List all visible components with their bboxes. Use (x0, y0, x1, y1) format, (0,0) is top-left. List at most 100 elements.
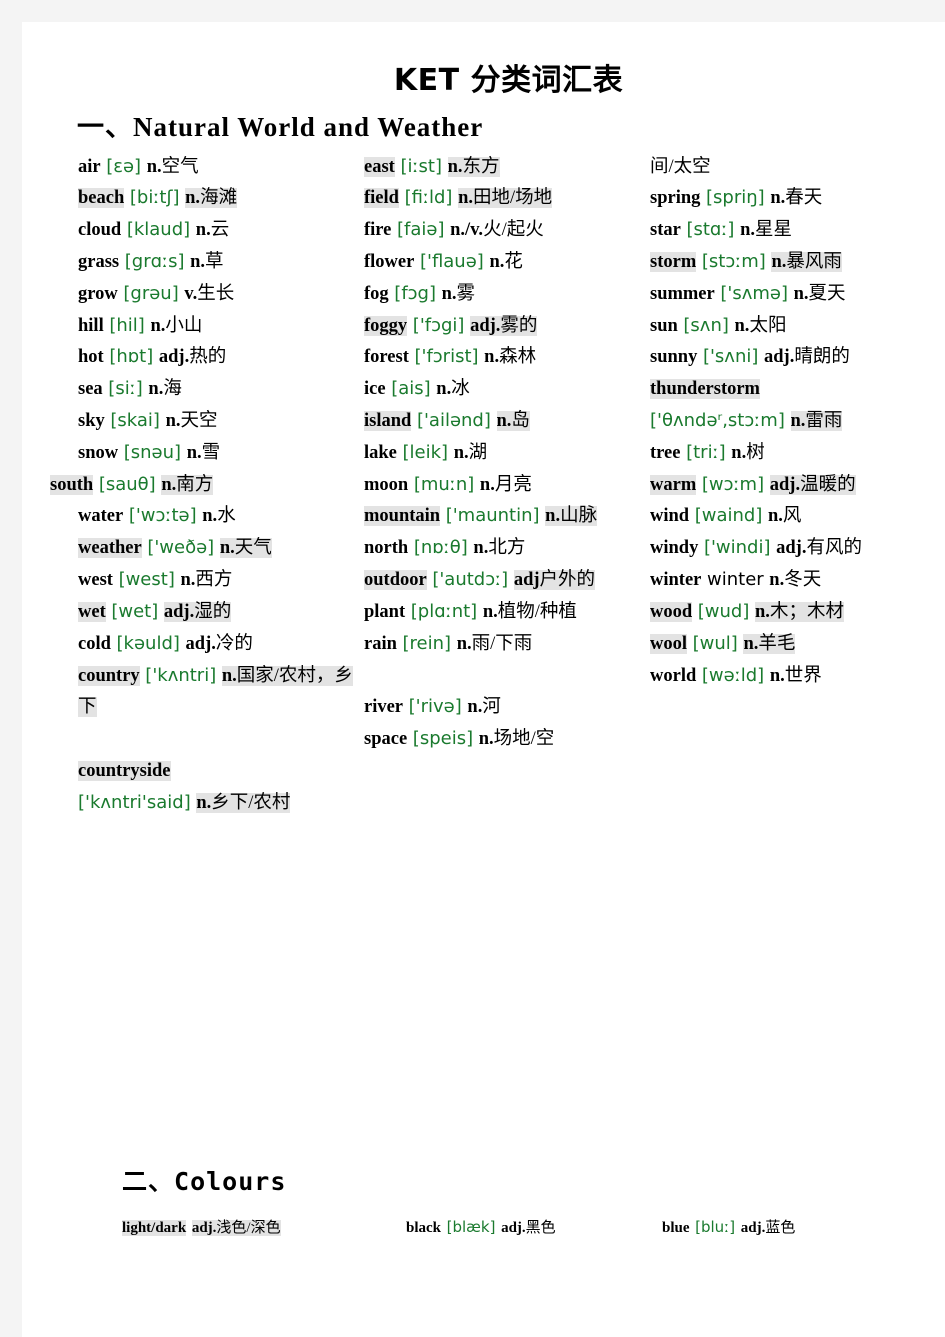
entry-word: thunderstorm (650, 379, 760, 400)
vocabulary-entry: hill [hil] n.小山 (78, 311, 363, 343)
entry-word: island (364, 411, 412, 431)
entry-phonetic: ['fɔrist] (414, 346, 479, 368)
entry-gloss: n.月亮 (479, 474, 532, 495)
entry-gloss: n.暴风雨 (771, 251, 842, 272)
vocabulary-entry: hot [hɒt] adj.热的 (78, 342, 363, 374)
entry-word: grass (78, 251, 120, 272)
entry-phonetic: ['weðə] (147, 537, 215, 559)
entry-word: east (364, 156, 395, 177)
entry-phonetic: [biːtʃ] (129, 187, 180, 209)
section-name: Colours (174, 1166, 287, 1196)
entry-phonetic: [snəu] (123, 441, 182, 463)
entry-gloss: n.河 (467, 697, 501, 718)
vocabulary-entry: spring [spriŋ] n.春天 (650, 183, 940, 215)
entry-phonetic: [grɑːs] (124, 250, 185, 272)
vocabulary-entry: grow [grəu] v.生长 (78, 279, 363, 311)
vocabulary-entry: water ['wɔːtə] n.水 (78, 501, 363, 533)
entry-word: summer (650, 283, 715, 304)
entry-phonetic: ['sʌni] (702, 346, 759, 368)
vocabulary-entry: south [sauθ] n.南方 (50, 470, 363, 502)
entry-spacer (364, 661, 639, 693)
entry-phonetic: [siː] (108, 378, 143, 400)
entry-gloss: n.水 (202, 506, 236, 527)
entry-gloss: n.花 (489, 251, 523, 272)
vocabulary-entry: sun [sʌn] n.太阳 (650, 311, 940, 343)
entry-word: space (364, 729, 408, 750)
vocabulary-entry: snow [snəu] n.雪 (78, 438, 363, 470)
entry-gloss: n.海滩 (185, 188, 238, 209)
vocabulary-entry: storm [stɔːm] n.暴风雨 (650, 247, 940, 279)
entry-phonetic: ['fɔgi] (412, 314, 465, 336)
vocabulary-entry: cloud [klaud] n.云 (78, 215, 363, 247)
entry-gloss: adj.晴朗的 (764, 347, 850, 368)
entry-gloss: adj.雾的 (470, 315, 538, 336)
entry-gloss: n.乡下/农村 (196, 792, 291, 813)
entry-phonetic: ['flauə] (419, 250, 484, 272)
entry-phonetic: [klaud] (126, 219, 191, 241)
entry-phonetic: [wul] (692, 632, 738, 654)
entry-word: windy (650, 538, 699, 559)
page-title: KET 分类词汇表 (393, 63, 624, 98)
entry-gloss: n.海 (148, 379, 182, 400)
entry-word: sky (78, 411, 105, 431)
vocabulary-entry: thunderstorm ['θʌndəʳ,stɔːm] n.雷雨 (650, 374, 940, 438)
vocabulary-entry: countryside ['kʌntri'said] n.乡下/农村 (78, 756, 363, 820)
entry-gloss: n.北方 (473, 538, 526, 559)
entry-gloss: 间/太空 (650, 156, 711, 177)
vocabulary-entry: mountain ['mauntin] n.山脉 (364, 501, 639, 533)
entry-gloss: n.小山 (150, 315, 203, 336)
entry-word: snow (78, 442, 119, 463)
entry-gloss: n.羊毛 (743, 633, 796, 654)
entry-phonetic: [ɛə] (106, 155, 142, 177)
vocabulary-entry: light/dark adj.浅色/深色 (122, 1212, 281, 1244)
entry-phonetic: ['sʌmə] (720, 282, 788, 304)
entry-phonetic: [waind] (694, 505, 763, 527)
entry-word: storm (650, 251, 697, 272)
entry-phonetic: [wɔːm] (701, 473, 765, 495)
vocabulary-entry: air [ɛə] n.空气 (78, 152, 363, 184)
entry-phonetic: [grəu] (123, 282, 179, 304)
entry-phonetic: [ais] (391, 378, 431, 400)
entry-word: moon (364, 474, 409, 495)
entry-gloss: n.木；木材 (755, 601, 844, 622)
vocabulary-entry: winter winter n.冬天 (650, 565, 940, 597)
entry-gloss: n.世界 (769, 665, 822, 686)
entry-phonetic: [sʌn] (683, 314, 729, 336)
entry-word: hill (78, 315, 104, 336)
entry-word: spring (650, 188, 701, 209)
entry-gloss: n.田地/场地 (458, 188, 553, 209)
entry-word: countryside (78, 760, 171, 781)
entry-word: ice (364, 379, 386, 400)
entry-word: blue (662, 1219, 690, 1236)
entry-word: foggy (364, 315, 408, 336)
entry-gloss: n.空气 (146, 156, 199, 177)
entry-word: rain (364, 633, 397, 654)
entry-spacer (78, 724, 363, 756)
entry-word: field (364, 188, 399, 209)
entry-gloss: n.雪 (186, 442, 221, 463)
entry-phonetic: winter (707, 569, 764, 591)
entry-gloss: n.东方 (447, 156, 500, 177)
entry-gloss: n.天空 (165, 411, 218, 431)
entry-gloss: adj.冷的 (185, 633, 253, 654)
section-name: Natural World and Weather (133, 111, 484, 142)
section-number: 一、 (77, 111, 133, 142)
entry-phonetic: [kəuld] (116, 632, 180, 654)
entry-phonetic: [bluː] (695, 1217, 736, 1236)
entry-phonetic: ['kʌntri'said] (78, 791, 191, 813)
vocabulary-entry: forest ['fɔrist] n.森林 (364, 342, 639, 374)
vocabulary-entry: north [nɒːθ] n.北方 (364, 533, 639, 565)
entry-gloss: n.岛 (496, 411, 530, 431)
vocabulary-entry: tree [triː] n.树 (650, 438, 940, 470)
vocabulary-entry: foggy ['fɔgi] adj.雾的 (364, 311, 639, 343)
entry-gloss: n.雷雨 (790, 411, 843, 431)
entry-word: fog (364, 283, 389, 304)
entry-phonetic: [stɔːm] (701, 250, 766, 272)
vocabulary-entry: star [stɑː] n.星星 (650, 215, 940, 247)
entry-gloss: adj.热的 (158, 347, 227, 368)
vocabulary-entry: island ['ailənd] n.岛 (364, 406, 639, 438)
entry-word: wood (650, 601, 693, 622)
entry-phonetic: ['θʌndəʳ,stɔːm] (650, 410, 785, 431)
entry-gloss: adj.温暖的 (769, 474, 856, 495)
entry-phonetic: [iːst] (400, 155, 442, 177)
